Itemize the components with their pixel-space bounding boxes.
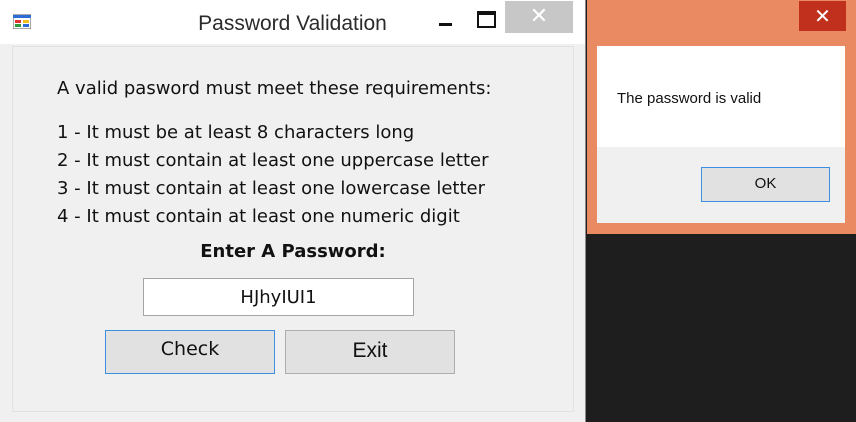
requirement-item: 2 - It must contain at least one upperca… bbox=[57, 150, 489, 171]
enter-password-label: Enter A Password: bbox=[200, 241, 386, 262]
exit-button[interactable]: Exit bbox=[285, 330, 455, 374]
requirement-item: 4 - It must contain at least one numeric… bbox=[57, 206, 460, 227]
message-footer: OK bbox=[597, 147, 845, 223]
requirements-header: A valid pasword must meet these requirem… bbox=[57, 78, 492, 99]
requirements-list: 1 - It must be at least 8 characters lon… bbox=[57, 119, 489, 231]
minimize-icon[interactable] bbox=[431, 4, 461, 34]
close-icon[interactable]: ✕ bbox=[505, 1, 573, 33]
ok-button[interactable]: OK bbox=[701, 167, 830, 202]
message-box: ✕ The password is valid OK bbox=[587, 0, 856, 234]
password-validation-window: Password Validation ✕ A valid pasword mu… bbox=[0, 0, 586, 422]
message-body: The password is valid bbox=[597, 46, 845, 147]
password-input[interactable] bbox=[143, 278, 414, 316]
requirement-item: 3 - It must contain at least one lowerca… bbox=[57, 178, 485, 199]
requirement-item: 1 - It must be at least 8 characters lon… bbox=[57, 122, 415, 143]
maximize-icon[interactable] bbox=[471, 4, 501, 34]
check-button[interactable]: Check bbox=[105, 330, 275, 374]
message-close-icon[interactable]: ✕ bbox=[799, 1, 846, 31]
message-text: The password is valid bbox=[617, 90, 762, 107]
title-bar[interactable]: Password Validation ✕ bbox=[0, 0, 585, 44]
